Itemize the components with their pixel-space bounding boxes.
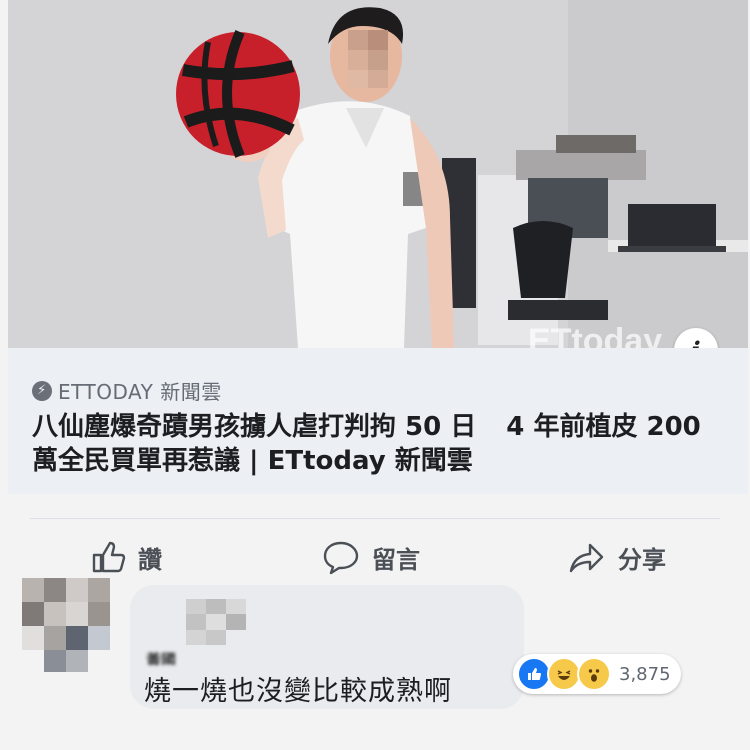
- haha-icon: [547, 657, 581, 691]
- svg-text:ETtoday: ETtoday: [528, 322, 662, 348]
- share-button[interactable]: 分享: [568, 532, 666, 582]
- like-button[interactable]: 讚: [90, 532, 162, 582]
- comment-label: 留言: [372, 545, 420, 574]
- headline-part3: 萬全民買單再惹議 | ETtoday 新聞雲: [32, 446, 473, 476]
- like-icon: [517, 657, 551, 691]
- headline-part1: 八仙塵爆奇蹟男孩擄人虐打判拘 50 日: [32, 412, 477, 442]
- reaction-summary[interactable]: 3,875: [513, 654, 681, 694]
- link-headline[interactable]: 八仙塵爆奇蹟男孩擄人虐打判拘 50 日 4 年前植皮 200 萬全民買單再惹議 |…: [32, 410, 732, 478]
- lightning-icon: ⚡: [32, 380, 52, 401]
- comment-bubble[interactable]: 黃國 燒一燒也沒變比較成熟啊: [130, 585, 524, 709]
- commenter-name[interactable]: 黃國: [146, 649, 256, 665]
- comment-button[interactable]: 留言: [322, 532, 420, 582]
- action-bar: 讚 留言 分享: [0, 532, 750, 582]
- link-preview-image[interactable]: ETtoday: [8, 0, 748, 348]
- reaction-count: 3,875: [619, 663, 671, 685]
- source-name: ETTODAY 新聞雲: [58, 380, 222, 404]
- link-preview-card[interactable]: ⚡ ETTODAY 新聞雲 八仙塵爆奇蹟男孩擄人虐打判拘 50 日 4 年前植皮 …: [8, 348, 748, 494]
- comment-text: 燒一燒也沒變比較成熟啊: [144, 676, 452, 707]
- photo-scene: ETtoday: [8, 0, 748, 348]
- thumbs-up-icon: [92, 541, 126, 573]
- avatar[interactable]: [22, 578, 130, 672]
- share-icon: [569, 543, 604, 573]
- avatar-pixelated-image: [22, 578, 110, 672]
- link-source: ⚡ ETTODAY 新聞雲: [32, 376, 222, 405]
- comment-icon: [323, 541, 359, 575]
- wow-icon: [577, 657, 611, 691]
- like-label: 讚: [138, 545, 162, 574]
- share-label: 分享: [618, 545, 666, 574]
- headline-part2: 4 年前植皮 200: [506, 412, 701, 442]
- divider: [30, 518, 720, 519]
- pixelated-sticker-image: [186, 599, 246, 645]
